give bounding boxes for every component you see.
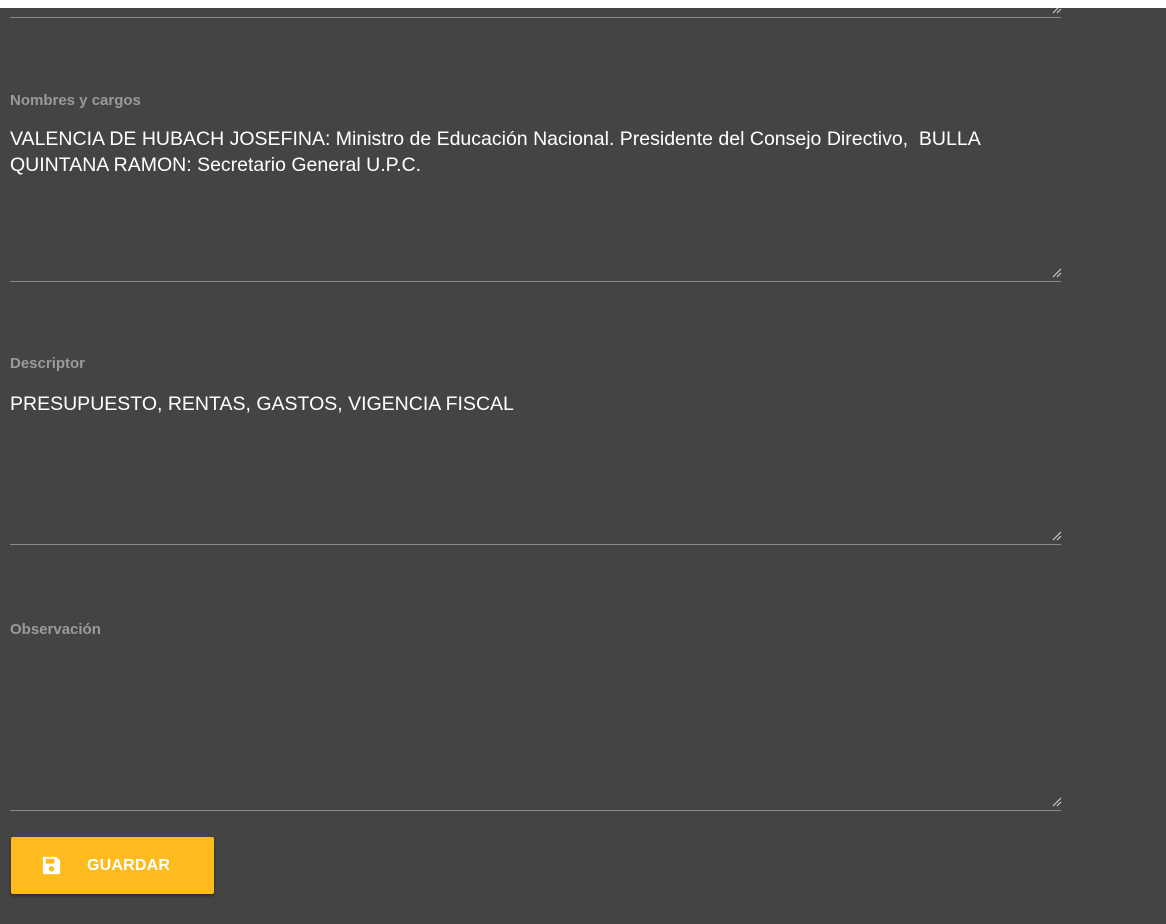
nombres-y-cargos-textarea[interactable]: VALENCIA DE HUBACH JOSEFINA: Ministro de…	[10, 126, 1061, 282]
resize-grip-icon[interactable]	[1050, 266, 1062, 278]
previous-field-underline	[10, 8, 1061, 18]
guardar-button-label: GUARDAR	[87, 856, 171, 874]
resize-grip-icon[interactable]	[1050, 795, 1062, 807]
form-panel: Nombres y cargos VALENCIA DE HUBACH JOSE…	[0, 8, 1166, 924]
resize-grip-icon[interactable]	[1050, 529, 1062, 541]
descriptor-textarea[interactable]: PRESUPUESTO, RENTAS, GASTOS, VIGENCIA FI…	[10, 391, 1061, 545]
observacion-label: Observación	[10, 621, 101, 638]
nombres-y-cargos-field: Nombres y cargos VALENCIA DE HUBACH JOSE…	[10, 86, 1062, 282]
observacion-textarea[interactable]	[10, 657, 1061, 811]
observacion-field: Observación	[10, 615, 1062, 811]
descriptor-field: Descriptor PRESUPUESTO, RENTAS, GASTOS, …	[10, 349, 1062, 545]
nombres-y-cargos-label: Nombres y cargos	[10, 92, 141, 109]
floppy-disk-icon	[42, 856, 61, 875]
resize-grip-icon[interactable]	[1050, 8, 1062, 14]
previous-field	[10, 8, 1062, 18]
descriptor-label: Descriptor	[10, 355, 86, 372]
guardar-button[interactable]: GUARDAR	[11, 837, 214, 894]
